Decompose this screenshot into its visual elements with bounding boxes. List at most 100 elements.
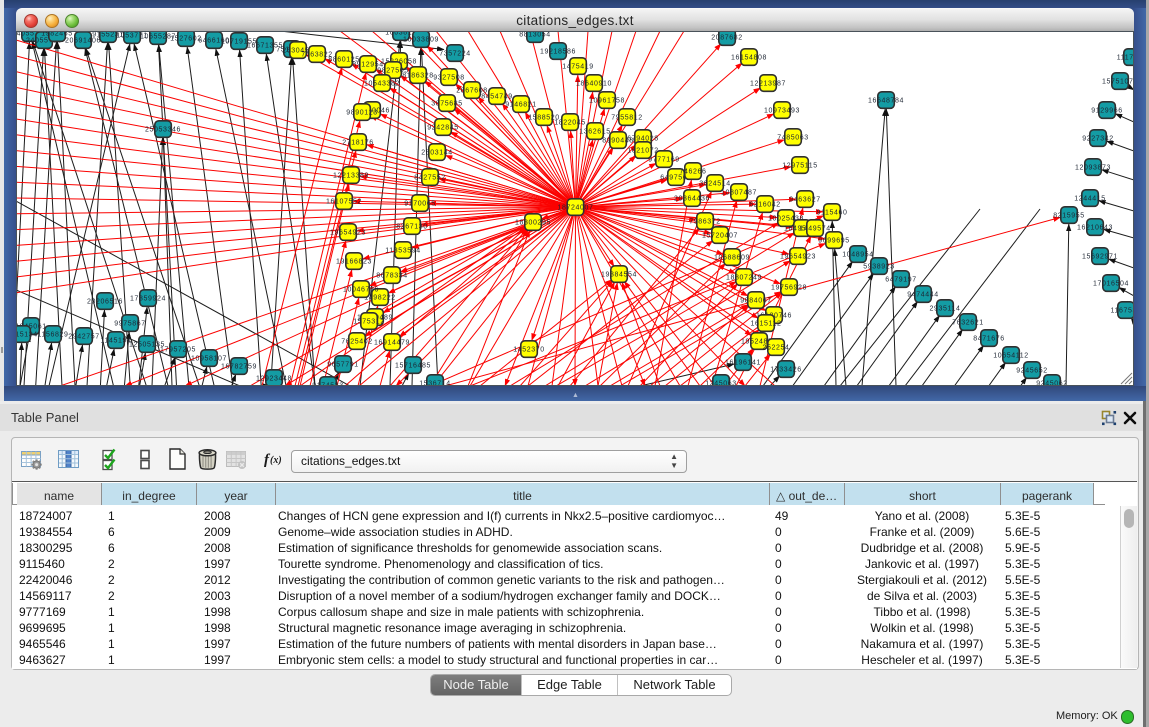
svg-text:20206516: 20206516 [87,299,123,306]
svg-text:5938923: 5938923 [863,264,894,271]
svg-text:252254: 252254 [763,345,790,352]
svg-text:1527602: 1527602 [170,36,201,43]
svg-text:2803144: 2803144 [421,150,452,157]
svg-text:1575312: 1575312 [353,319,384,326]
svg-text:9129966: 9129966 [1091,108,1122,115]
svg-text:19756928: 19756928 [771,285,807,292]
svg-text:1156829: 1156829 [38,332,69,339]
svg-text:8678334: 8678334 [376,273,407,280]
svg-text:18724007: 18724007 [558,205,594,212]
svg-text:18807249: 18807249 [726,275,762,282]
svg-text:19166823: 19166823 [336,259,372,266]
svg-text:7625402: 7625402 [341,339,372,346]
svg-text:8267130: 8267130 [396,224,427,231]
svg-text:7485063: 7485063 [777,135,808,142]
svg-text:(x): (x) [270,455,282,466]
svg-text:10654112: 10654112 [993,353,1028,360]
svg-text:7955812: 7955812 [611,115,642,122]
svg-text:9975867: 9975867 [114,321,145,328]
svg-text:10046786: 10046786 [343,287,379,294]
svg-text:15716485: 15716485 [395,363,431,370]
svg-text:16107552: 16107552 [326,199,362,206]
svg-text:16210643: 16210643 [1077,225,1113,232]
svg-text:19384554: 19384554 [601,272,637,279]
svg-text:9699695: 9699695 [818,238,849,245]
svg-text:8454749: 8454749 [481,94,512,101]
svg-text:8215955: 8215955 [1053,213,1084,220]
svg-text:9327508: 9327508 [433,75,464,82]
svg-text:15751074: 15751074 [1102,79,1134,86]
svg-text:1145194: 1145194 [101,338,132,345]
svg-text:1615112: 1615112 [751,321,782,328]
svg-text:16196141: 16196141 [725,360,761,367]
svg-text:8813054: 8813054 [519,32,550,39]
svg-text:7357224: 7357224 [439,51,470,58]
svg-text:15720407: 15720407 [702,233,738,240]
svg-text:2087682: 2087682 [711,35,742,42]
svg-text:8471676: 8471676 [973,336,1004,343]
svg-text:9146821: 9146821 [505,102,536,109]
svg-text:7632621: 7632621 [952,320,983,327]
svg-text:9777169: 9777169 [648,157,679,164]
svg-text:1117403: 1117403 [1117,55,1134,62]
svg-text:6479197: 6479197 [885,277,916,284]
svg-text:19654923: 19654923 [780,254,816,261]
svg-text:1621072: 1621072 [627,148,658,155]
svg-text:19218586: 19218586 [540,49,576,56]
svg-text:1048954: 1048954 [842,252,873,259]
svg-text:16914479: 16914479 [374,340,410,347]
svg-text:1362615: 1362615 [579,129,610,136]
svg-text:9242845: 9242845 [427,125,458,132]
svg-text:1452370: 1452370 [513,347,544,354]
svg-text:10543382: 10543382 [364,81,400,88]
svg-text:10961758: 10961758 [589,98,625,105]
svg-text:2935114: 2935114 [930,306,961,313]
svg-text:9170065: 9170065 [404,201,435,208]
svg-text:1733426: 1733426 [770,367,801,374]
svg-text:8186328: 8186328 [402,73,433,80]
svg-text:9463627: 9463627 [789,197,820,204]
svg-text:1475419: 1475419 [562,64,593,71]
svg-text:20364436: 20364436 [674,196,710,203]
svg-text:6216042: 6216042 [749,202,780,209]
svg-text:9227342: 9227342 [1082,136,1113,143]
svg-text:9474444: 9474444 [907,292,938,299]
svg-text:17016504: 17016504 [1093,281,1129,288]
svg-text:1167533: 1167533 [1111,308,1134,315]
svg-text:17359924: 17359924 [130,296,166,303]
svg-text:10973493: 10973493 [764,108,800,115]
svg-text:12975115: 12975115 [782,163,817,170]
svg-text:9115460: 9115460 [817,210,848,217]
svg-text:12923448: 12923448 [256,376,292,383]
svg-text:16648784: 16648784 [868,98,904,105]
svg-text:1822045: 1822045 [554,120,585,127]
svg-text:9890123: 9890123 [346,110,377,117]
svg-text:2942757: 2942757 [68,334,99,341]
svg-text:3875685: 3875685 [431,101,462,108]
svg-text:8427552: 8427552 [414,175,445,182]
svg-text:3915134: 3915134 [16,332,38,339]
svg-text:7986372: 7986372 [689,219,720,226]
svg-text:17957205: 17957205 [160,347,196,354]
svg-text:19654923: 19654923 [330,230,366,237]
svg-text:12093873: 12093873 [1075,165,1111,172]
svg-text:2718176: 2718176 [342,140,373,147]
svg-text:15692971: 15692971 [1082,254,1118,261]
svg-text:10958107: 10958107 [191,356,227,363]
svg-text:9884067: 9884067 [740,298,771,305]
svg-text:746266: 746266 [680,169,707,176]
svg-text:1449574: 1449574 [799,226,830,233]
svg-text:9245652: 9245652 [1016,368,1047,375]
svg-text:18640910: 18640910 [576,81,612,88]
svg-text:16154808: 16154808 [731,55,767,62]
svg-text:18300295: 18300295 [515,220,551,227]
svg-text:1244415: 1244415 [1074,196,1105,203]
svg-text:12213987: 12213987 [750,81,786,88]
svg-text:9657791: 9657791 [327,362,358,369]
svg-text:11353594: 11353594 [385,248,420,255]
svg-text:3624514: 3624514 [699,181,730,188]
svg-text:16782759: 16782759 [221,364,257,371]
svg-text:10807487: 10807487 [721,190,757,197]
svg-text:12213389: 12213389 [333,173,369,180]
svg-text:10688609: 10688609 [714,255,750,262]
